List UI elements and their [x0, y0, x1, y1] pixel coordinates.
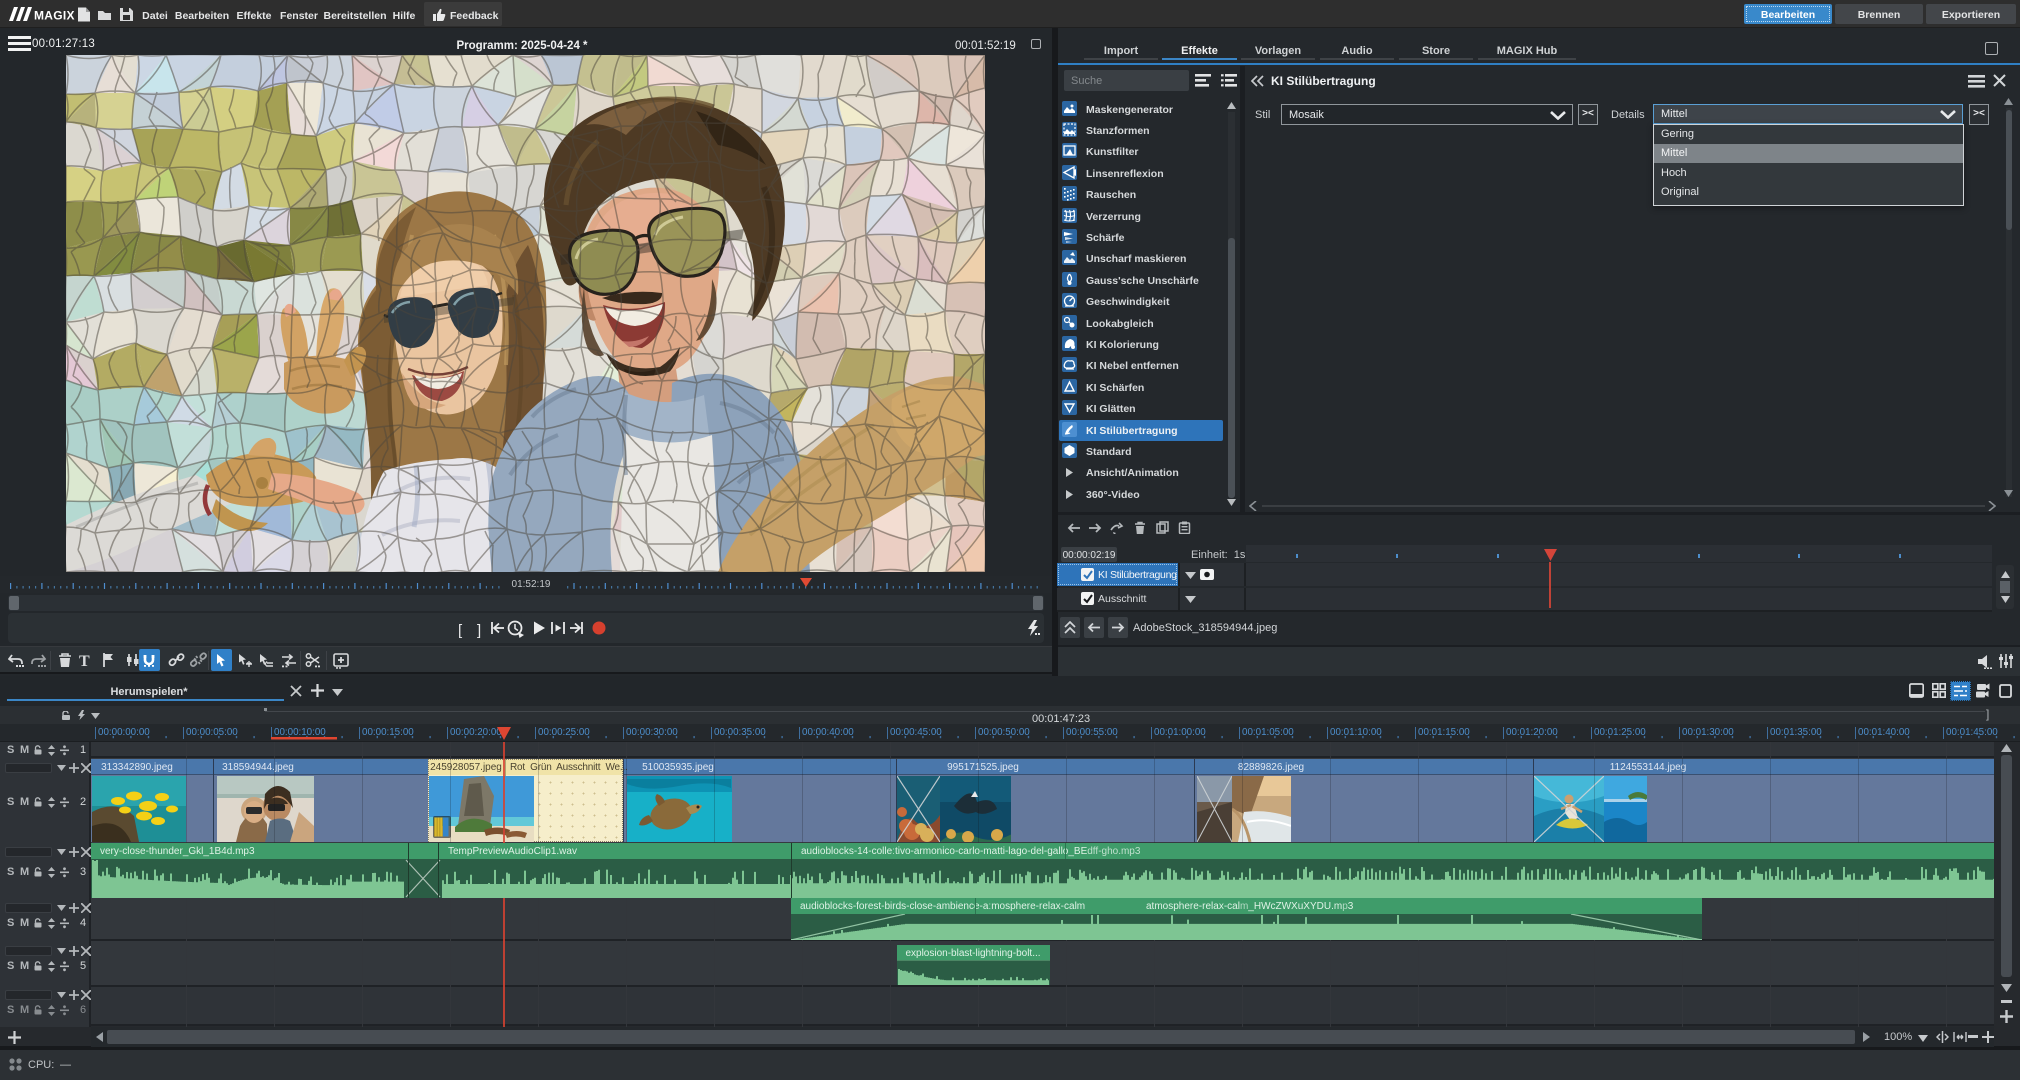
- svg-text:[: [: [458, 622, 463, 638]
- svg-text:00:00:45:00: 00:00:45:00: [890, 727, 942, 738]
- svg-text:00:01:45:00: 00:01:45:00: [1946, 727, 1998, 738]
- svg-text:00:01:30:00: 00:01:30:00: [1682, 727, 1734, 738]
- svg-text:00:01:20:00: 00:01:20:00: [1506, 727, 1558, 738]
- svg-text:00:01:10:00: 00:01:10:00: [1330, 727, 1382, 738]
- svg-text:00:00:30:00: 00:00:30:00: [626, 727, 678, 738]
- svg-text:00:01:25:00: 00:01:25:00: [1594, 727, 1646, 738]
- svg-text:00:00:55:00: 00:00:55:00: [1066, 727, 1118, 738]
- svg-text:00:00:20:00: 00:00:20:00: [450, 727, 502, 738]
- svg-text:MAGIX: MAGIX: [34, 9, 75, 23]
- svg-text:00:00:40:00: 00:00:40:00: [802, 727, 854, 738]
- svg-text:00:00:15:00: 00:00:15:00: [362, 727, 414, 738]
- svg-text:00:00:50:00: 00:00:50:00: [978, 727, 1030, 738]
- svg-text:00:01:35:00: 00:01:35:00: [1770, 727, 1822, 738]
- svg-text:00:00:00:00: 00:00:00:00: [98, 727, 150, 738]
- svg-text:00:00:35:00: 00:00:35:00: [714, 727, 766, 738]
- svg-text:]: ]: [477, 622, 481, 638]
- svg-text:00:01:00:00: 00:01:00:00: [1154, 727, 1206, 738]
- svg-text:T: T: [79, 653, 90, 669]
- svg-text:00:00:25:00: 00:00:25:00: [538, 727, 590, 738]
- svg-text:00:00:05:00: 00:00:05:00: [186, 727, 238, 738]
- svg-text:00:01:40:00: 00:01:40:00: [1858, 727, 1910, 738]
- svg-text:00:00:10:00: 00:00:10:00: [274, 727, 326, 738]
- svg-text:00:01:15:00: 00:01:15:00: [1418, 727, 1470, 738]
- svg-text:00:01:05:00: 00:01:05:00: [1242, 727, 1294, 738]
